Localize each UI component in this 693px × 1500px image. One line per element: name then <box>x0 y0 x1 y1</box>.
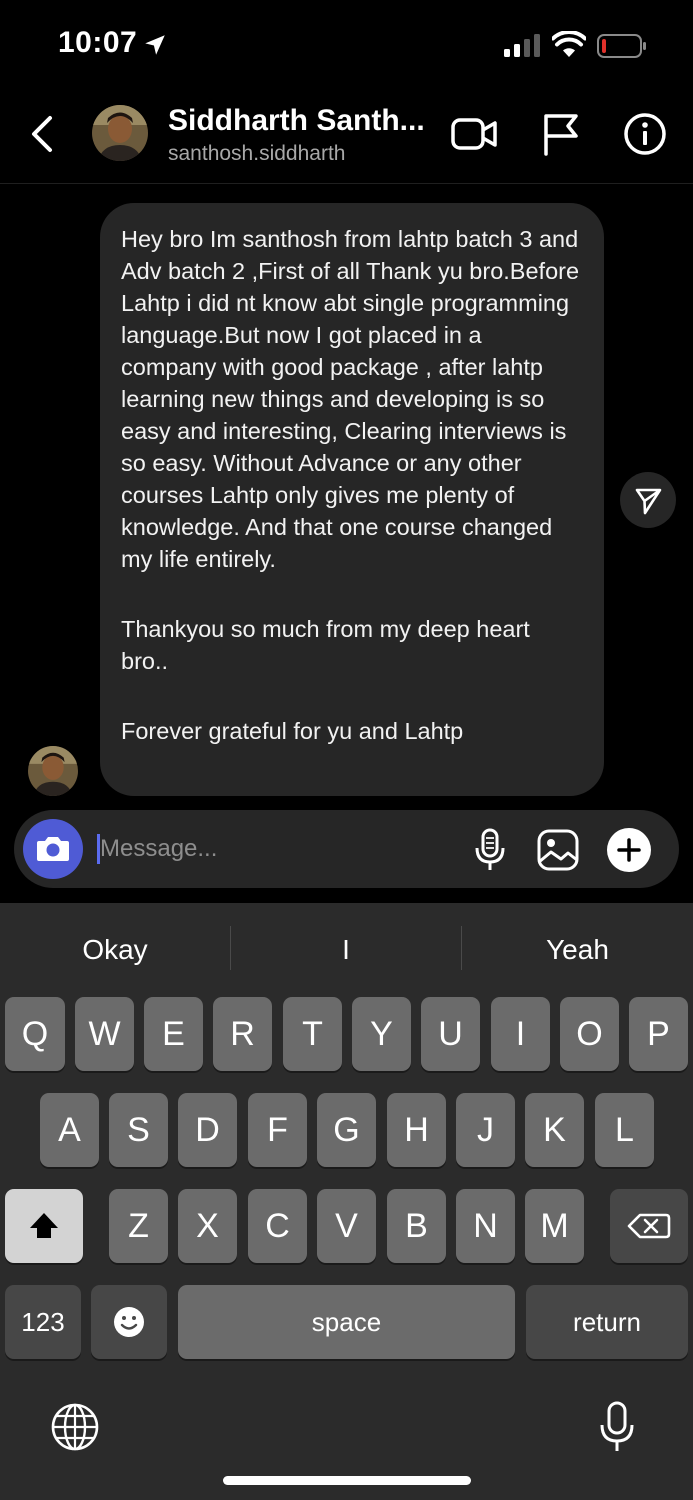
key-b[interactable]: B <box>387 1189 446 1263</box>
sender-avatar <box>28 746 78 796</box>
contact-username[interactable]: santhosh.siddharth <box>168 142 345 166</box>
share-button[interactable] <box>620 472 676 528</box>
contact-avatar[interactable] <box>92 105 148 161</box>
location-arrow-icon <box>145 35 165 55</box>
info-icon[interactable] <box>623 112 667 156</box>
flag-icon[interactable] <box>540 112 580 156</box>
key-s[interactable]: S <box>109 1093 168 1167</box>
key-a[interactable]: A <box>40 1093 99 1167</box>
key-h[interactable]: H <box>387 1093 446 1167</box>
numbers-key[interactable]: 123 <box>5 1285 81 1359</box>
wifi-icon <box>552 31 586 57</box>
space-key[interactable]: space <box>178 1285 515 1359</box>
home-indicator[interactable] <box>223 1476 471 1485</box>
emoji-key[interactable] <box>91 1285 167 1359</box>
return-key[interactable]: return <box>526 1285 688 1359</box>
key-o[interactable]: O <box>560 997 619 1071</box>
dictation-mic-icon[interactable] <box>597 1400 637 1454</box>
suggestion-2[interactable]: I <box>231 928 461 972</box>
suggestion-1[interactable]: Okay <box>0 928 230 972</box>
signal-icon <box>504 34 540 57</box>
key-m[interactable]: M <box>525 1189 584 1263</box>
camera-icon <box>37 837 69 861</box>
delete-icon <box>627 1213 671 1239</box>
key-q[interactable]: Q <box>5 997 65 1071</box>
send-icon <box>635 488 662 515</box>
message-input[interactable] <box>100 826 460 872</box>
key-g[interactable]: G <box>317 1093 376 1167</box>
video-call-icon[interactable] <box>450 114 498 154</box>
plus-icon <box>617 838 641 862</box>
contact-name[interactable]: Siddharth Santh... <box>168 104 425 138</box>
key-t[interactable]: T <box>283 997 342 1071</box>
key-y[interactable]: Y <box>352 997 411 1071</box>
key-f[interactable]: F <box>248 1093 307 1167</box>
key-k[interactable]: K <box>525 1093 584 1167</box>
globe-icon[interactable] <box>50 1402 100 1452</box>
plus-button[interactable] <box>607 828 651 872</box>
status-time: 10:07 <box>58 26 138 59</box>
key-e[interactable]: E <box>144 997 203 1071</box>
message-paragraph: Thankyou so much from my deep heart bro.… <box>121 616 530 674</box>
back-chevron-icon[interactable] <box>26 114 58 154</box>
suggestion-3[interactable]: Yeah <box>462 928 693 972</box>
camera-button[interactable] <box>23 819 83 879</box>
key-z[interactable]: Z <box>109 1189 168 1263</box>
key-n[interactable]: N <box>456 1189 515 1263</box>
emoji-icon <box>114 1307 144 1337</box>
shift-icon <box>30 1213 58 1238</box>
key-i[interactable]: I <box>491 997 550 1071</box>
key-c[interactable]: C <box>248 1189 307 1263</box>
gallery-icon[interactable] <box>536 828 580 872</box>
key-u[interactable]: U <box>421 997 480 1071</box>
delete-key[interactable] <box>610 1189 688 1263</box>
message-bubble[interactable]: Hey bro Im santhosh from lahtp batch 3 a… <box>100 203 604 796</box>
microphone-icon[interactable] <box>474 828 506 872</box>
battery-icon <box>597 34 646 58</box>
key-x[interactable]: X <box>178 1189 237 1263</box>
key-d[interactable]: D <box>178 1093 237 1167</box>
key-j[interactable]: J <box>456 1093 515 1167</box>
message-paragraph: Hey bro Im santhosh from lahtp batch 3 a… <box>121 226 580 572</box>
key-w[interactable]: W <box>75 997 134 1071</box>
key-p[interactable]: P <box>629 997 688 1071</box>
shift-key[interactable] <box>5 1189 83 1263</box>
key-r[interactable]: R <box>213 997 272 1071</box>
key-l[interactable]: L <box>595 1093 654 1167</box>
message-paragraph: Forever grateful for yu and Lahtp <box>121 718 464 744</box>
key-v[interactable]: V <box>317 1189 376 1263</box>
